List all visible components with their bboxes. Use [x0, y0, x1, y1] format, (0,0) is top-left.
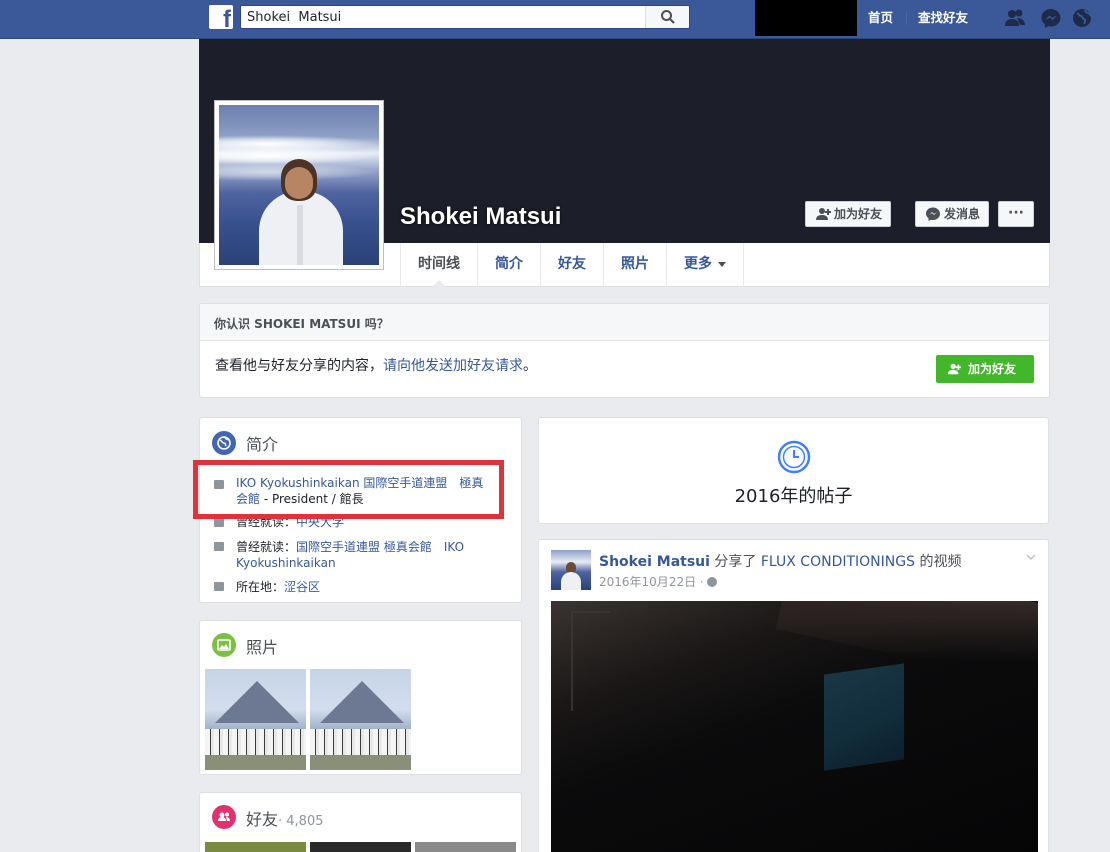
- tab-about[interactable]: 简介: [478, 243, 541, 286]
- search-button[interactable]: [645, 6, 689, 28]
- friend-thumbnail[interactable]: [310, 842, 411, 852]
- education-row-2: 曾经就读：国際空手道連盟 極真会館 IKO Kyokushinkaikan: [236, 539, 496, 571]
- add-friend-button[interactable]: 加为好友: [805, 201, 892, 227]
- chevron-down-icon[interactable]: [1026, 552, 1036, 562]
- edu-label: 曾经就读：: [236, 540, 297, 554]
- public-globe-icon: [706, 577, 717, 587]
- nav-divider: [906, 11, 907, 25]
- notifications-globe-icon[interactable]: [1072, 8, 1094, 28]
- clock-icon: [777, 440, 811, 474]
- do-you-know-text: 查看他与好友分享的内容，请向他发送加好友请求。: [215, 355, 537, 375]
- facebook-logo-icon[interactable]: f: [209, 5, 233, 29]
- red-highlight-box: [193, 460, 504, 519]
- loc-label: 所在地：: [236, 580, 285, 594]
- search-input[interactable]: [247, 8, 642, 26]
- post-action: 分享了: [709, 554, 761, 570]
- friend-thumbnail[interactable]: [205, 842, 306, 852]
- photo-thumbnail[interactable]: [205, 669, 306, 770]
- post-suffix: 的视频: [915, 554, 962, 570]
- profile-tabs: 时间线 简介 好友 照片 更多: [400, 243, 744, 287]
- post-date-link[interactable]: 2016年10月22日 ·: [599, 575, 704, 589]
- home-icon: [214, 582, 224, 591]
- message-label: 发消息: [944, 207, 981, 221]
- profile-name[interactable]: Shokei Matsui: [400, 202, 561, 232]
- send-friend-request-link[interactable]: 请向他发送加好友请求: [383, 358, 523, 374]
- tab-label: 简介: [495, 256, 523, 272]
- tab-label: 时间线: [418, 256, 460, 272]
- post-author-avatar[interactable]: [551, 550, 591, 590]
- add-friend-label: 加为好友: [968, 362, 1017, 376]
- tab-label: 更多: [684, 256, 712, 272]
- search-box: [240, 5, 690, 29]
- find-friends-link[interactable]: 查找好友: [918, 9, 968, 27]
- post-header: Shokei Matsui 分享了 FLUX CONDITIONINGS 的视频: [599, 551, 961, 571]
- profile-photo-image: [219, 105, 379, 265]
- messenger-icon[interactable]: [1040, 8, 1062, 28]
- friends-count: · 4,805: [278, 814, 324, 829]
- photo-icon: [212, 633, 236, 657]
- add-friend-icon: [947, 363, 961, 375]
- video-player[interactable]: [551, 601, 1038, 852]
- graduation-cap-icon: [214, 542, 224, 551]
- tab-friends[interactable]: 好友: [541, 243, 604, 286]
- redacted-profile-link[interactable]: [755, 0, 857, 36]
- tab-label: 照片: [621, 256, 649, 272]
- know-text: 查看他与好友分享的内容，: [215, 358, 383, 374]
- post-author-link[interactable]: Shokei Matsui: [599, 554, 710, 570]
- tab-more[interactable]: 更多: [667, 243, 744, 286]
- add-friend-green-button[interactable]: 加为好友: [936, 355, 1034, 383]
- intro-title: 简介: [246, 435, 279, 454]
- add-friend-icon: [816, 208, 831, 220]
- year-posts-card[interactable]: 2016年的帖子: [538, 417, 1049, 524]
- messenger-icon: [926, 207, 940, 221]
- location-link[interactable]: 涩谷区: [284, 580, 320, 594]
- globe-icon: [212, 431, 236, 455]
- photos-title: 照片: [246, 638, 279, 657]
- profile-picture[interactable]: [214, 100, 384, 270]
- friend-requests-icon[interactable]: [1004, 8, 1026, 28]
- message-button[interactable]: 发消息: [915, 201, 990, 227]
- graduation-cap-icon: [214, 518, 224, 527]
- tab-photos[interactable]: 照片: [604, 243, 667, 286]
- friends-icon: [212, 805, 236, 829]
- friends-title: 好友· 4,805: [246, 806, 324, 830]
- do-you-know-title: 你认识 SHOKEI MATSUI 吗？: [200, 304, 1049, 341]
- know-suffix: 。: [523, 358, 537, 374]
- post-meta: 2016年10月22日 ·: [599, 573, 717, 590]
- add-friend-label: 加为好友: [834, 207, 883, 221]
- tab-label: 好友: [558, 256, 586, 272]
- home-link[interactable]: 首页: [868, 9, 893, 27]
- tab-timeline[interactable]: 时间线: [400, 243, 478, 287]
- friend-thumbnail[interactable]: [415, 842, 516, 852]
- friends-label: 好友: [246, 810, 279, 829]
- search-icon: [661, 10, 675, 24]
- caret-down-icon: [718, 261, 726, 267]
- more-options-button[interactable]: ···: [998, 201, 1034, 227]
- photo-thumbnail[interactable]: [310, 669, 411, 770]
- year-posts-label: 2016年的帖子: [734, 486, 853, 507]
- location-row: 所在地：涩谷区: [236, 579, 320, 595]
- shared-page-link[interactable]: FLUX CONDITIONINGS: [761, 554, 915, 570]
- top-bar: f 首页 查找好友: [0, 0, 1110, 39]
- do-you-know-card: 你认识 SHOKEI MATSUI 吗？ 查看他与好友分享的内容，请向他发送加好…: [199, 303, 1050, 398]
- post-card: Shokei Matsui 分享了 FLUX CONDITIONINGS 的视频…: [538, 539, 1049, 852]
